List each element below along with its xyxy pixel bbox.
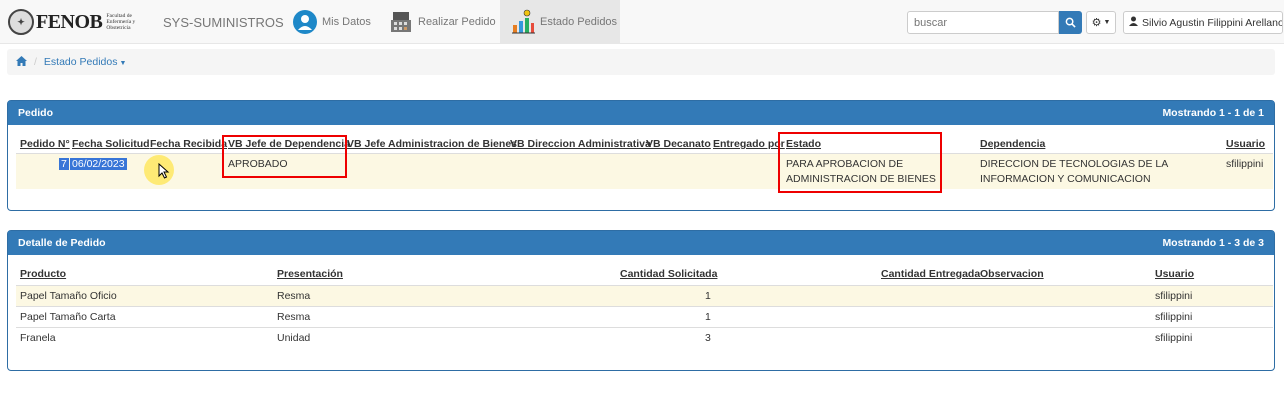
col-vb-decanato[interactable]: VB Decanato: [646, 138, 711, 150]
col-dependencia[interactable]: Dependencia: [980, 138, 1045, 150]
col-vb-jefe-admin-bienes[interactable]: VB Jefe Administracion de Bienes: [347, 138, 517, 150]
detalle-table: Producto Presentación Cantidad Solicitad…: [8, 255, 1274, 371]
user-menu-button[interactable]: Silvio Agustin Filippini Arellano ▼: [1123, 11, 1283, 34]
cell-producto: Papel Tamaño Carta: [20, 311, 116, 323]
pedido-panel: Pedido Mostrando 1 - 1 de 1 Pedido N° Fe…: [7, 100, 1275, 211]
col-observacion[interactable]: Observacion: [980, 268, 1044, 280]
pedido-table: Pedido N° Fecha Solicitud Fecha Recibida…: [8, 125, 1274, 211]
top-navbar: ✦ FENOB Facultad de Enfermería y Obstetr…: [0, 0, 1284, 44]
mouse-cursor-icon: [158, 163, 170, 179]
nav-estado-pedidos[interactable]: Estado Pedidos: [500, 0, 620, 44]
cell-cantidad: 3: [705, 332, 711, 344]
university-seal-icon: ✦: [8, 9, 34, 35]
pedido-panel-header: Pedido Mostrando 1 - 1 de 1: [8, 101, 1274, 125]
cash-register-icon: [388, 9, 414, 35]
search-input[interactable]: [907, 11, 1059, 34]
col-usuario[interactable]: Usuario: [1155, 268, 1194, 280]
table-row[interactable]: Papel Tamaño Oficio Resma 1 sfilippini: [16, 285, 1273, 306]
col-producto[interactable]: Producto: [20, 268, 66, 280]
col-pedido-n[interactable]: Pedido N°: [20, 138, 70, 150]
cell-usuario: sfilippini: [1155, 311, 1193, 323]
col-vb-direccion-admin[interactable]: VB Direccion Administrativa: [510, 138, 651, 150]
cell-presentacion: Unidad: [277, 332, 311, 344]
detalle-pagination-info: Mostrando 1 - 3 de 3: [1162, 237, 1264, 249]
cell-presentacion: Resma: [277, 290, 311, 302]
caret-down-icon: ▼: [119, 60, 127, 67]
table-row[interactable]: 7 06/02/2023 APROBADO PARA APROBACION DE…: [16, 153, 1273, 189]
user-icon: [1129, 16, 1138, 29]
app-brand[interactable]: SYS-SUMINISTROS: [163, 15, 284, 30]
cell-fecha-solicitud: 06/02/2023: [70, 158, 127, 170]
home-icon[interactable]: [16, 55, 27, 69]
detalle-panel-header: Detalle de Pedido Mostrando 1 - 3 de 3: [8, 231, 1274, 255]
breadcrumb: / Estado Pedidos ▼: [7, 49, 1275, 75]
col-usuario[interactable]: Usuario: [1226, 138, 1265, 150]
logo-subtext: Facultad de Enfermería y Obstetricia: [106, 13, 136, 31]
cell-dependencia-line2: INFORMACION Y COMUNICACION: [980, 173, 1151, 185]
cell-usuario: sfilippini: [1155, 332, 1193, 344]
col-cantidad-solicitada[interactable]: Cantidad Solicitada: [620, 268, 717, 280]
cell-pedido-n: 7: [59, 158, 69, 170]
nav-mis-datos[interactable]: Mis Datos: [292, 0, 372, 44]
cell-dependencia-line1: DIRECCION DE TECNOLOGIAS DE LA: [980, 158, 1169, 170]
gear-icon: ⚙: [1091, 17, 1102, 29]
table-row[interactable]: Papel Tamaño Carta Resma 1 sfilippini: [16, 306, 1273, 327]
nav-realizar-pedido-label: Realizar Pedido: [418, 16, 496, 28]
settings-dropdown-button[interactable]: ⚙ ▼: [1086, 11, 1116, 34]
detalle-panel: Detalle de Pedido Mostrando 1 - 3 de 3 P…: [7, 230, 1275, 371]
cell-producto: Franela: [20, 332, 56, 344]
col-fecha-recibida[interactable]: Fecha Recibida: [150, 138, 227, 150]
nav-realizar-pedido[interactable]: Realizar Pedido: [388, 0, 498, 44]
cell-presentacion: Resma: [277, 311, 311, 323]
col-presentacion[interactable]: Presentación: [277, 268, 343, 280]
col-entregado-por[interactable]: Entregado por: [713, 138, 785, 150]
pedido-pagination-info: Mostrando 1 - 1 de 1: [1162, 107, 1264, 119]
search-button[interactable]: [1059, 11, 1082, 34]
detalle-panel-title: Detalle de Pedido: [18, 237, 106, 249]
cell-cantidad: 1: [705, 311, 711, 323]
bar-chart-icon: [510, 9, 536, 35]
fenob-logo[interactable]: ✦ FENOB Facultad de Enfermería y Obstetr…: [8, 8, 140, 36]
table-row[interactable]: Franela Unidad 3 sfilippini: [16, 327, 1273, 348]
annotation-box-estado: [778, 132, 942, 193]
nav-mis-datos-label: Mis Datos: [322, 16, 371, 28]
search-icon: [1065, 17, 1076, 28]
cell-usuario: sfilippini: [1226, 158, 1264, 170]
breadcrumb-separator: /: [34, 56, 37, 68]
pedido-panel-title: Pedido: [18, 107, 54, 119]
caret-down-icon: ▼: [1103, 19, 1111, 26]
col-fecha-solicitud[interactable]: Fecha Solicitud: [72, 138, 150, 150]
cell-producto: Papel Tamaño Oficio: [20, 290, 117, 302]
user-globe-icon: [292, 9, 318, 35]
breadcrumb-current[interactable]: Estado Pedidos ▼: [44, 56, 127, 68]
logo-text: FENOB: [36, 10, 103, 33]
user-name: Silvio Agustin Filippini Arellano: [1142, 16, 1283, 29]
col-cantidad-entregada[interactable]: Cantidad Entregada: [881, 268, 980, 280]
nav-estado-pedidos-label: Estado Pedidos: [540, 16, 618, 28]
cell-usuario: sfilippini: [1155, 290, 1193, 302]
annotation-box-vb-jefe: [222, 135, 347, 178]
cell-cantidad: 1: [705, 290, 711, 302]
